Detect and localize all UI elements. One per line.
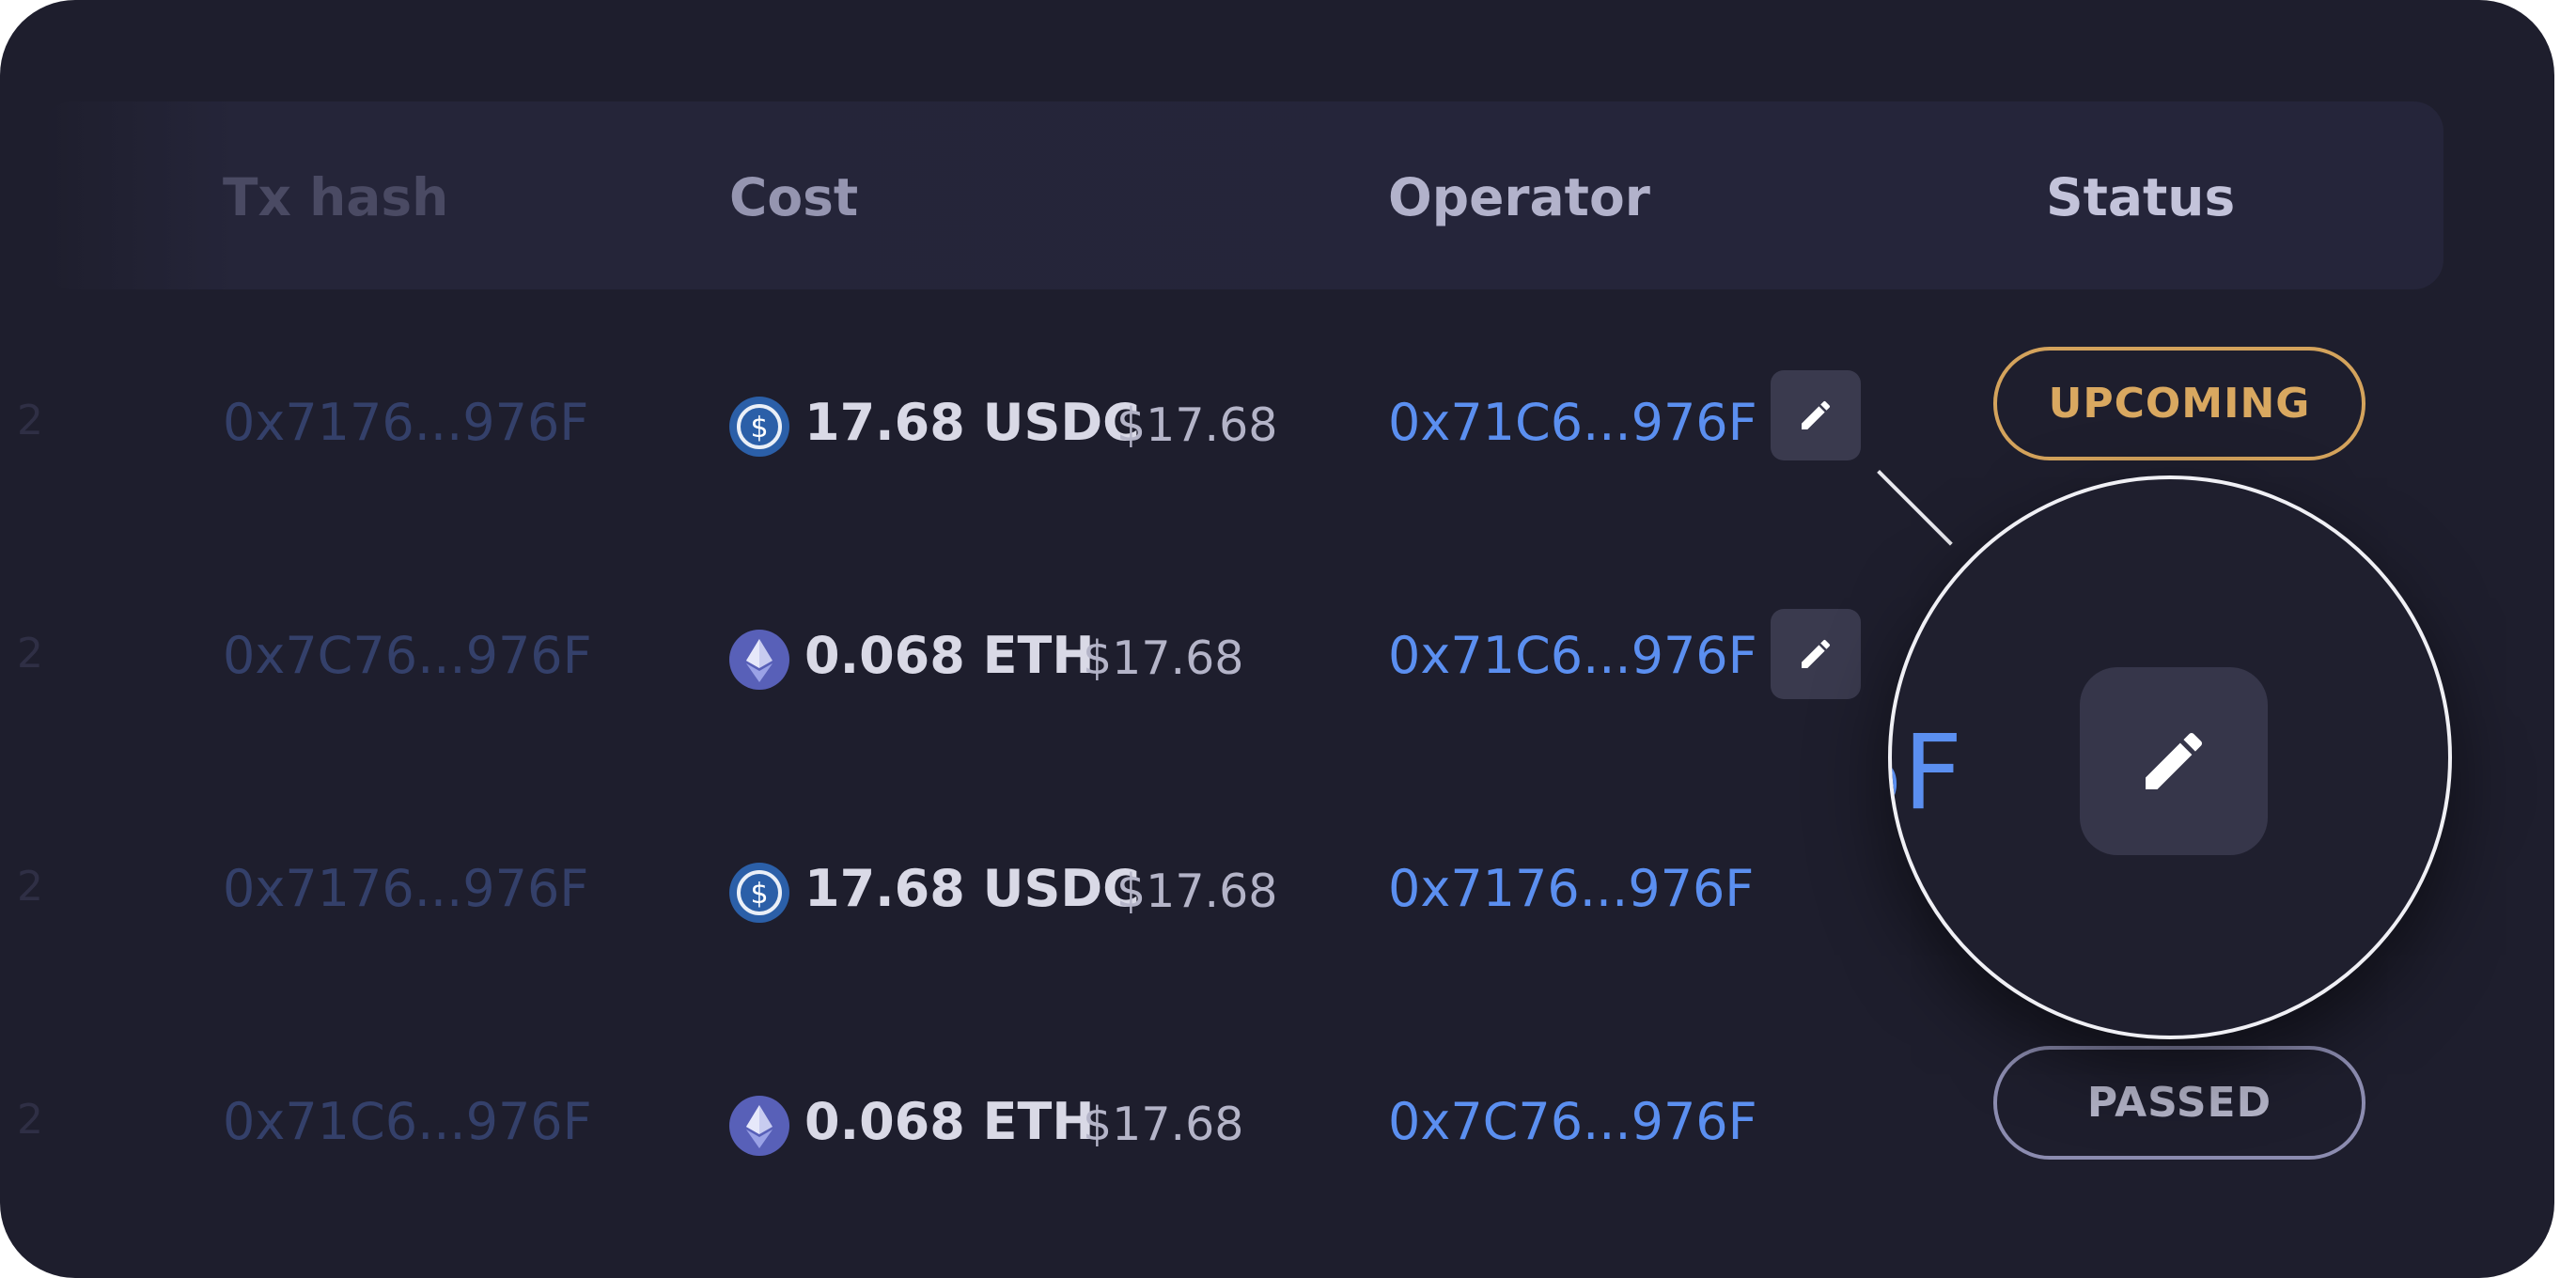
edit-operator-button[interactable]	[1771, 370, 1861, 460]
row-number: 2	[17, 397, 43, 444]
magnified-edit-button	[2080, 667, 2268, 855]
operator-link[interactable]: 0x71C6...976F	[1388, 626, 1757, 685]
usdc-coin-icon: $	[729, 863, 789, 923]
cost-usd: $17.68	[1083, 631, 1244, 685]
edit-operator-button[interactable]	[1771, 609, 1861, 699]
tx-hash-link[interactable]: 0x7C76...976F	[223, 626, 592, 685]
header-tx-hash: Tx hash	[223, 167, 449, 227]
status-badge-passed: PASSED	[1993, 1046, 2365, 1160]
row-number: 2	[17, 863, 43, 911]
magnified-address-fragment: 6F	[1892, 712, 1963, 833]
pencil-icon	[1802, 639, 1831, 668]
status-badge-upcoming: UPCOMING	[1993, 347, 2365, 460]
operator-link[interactable]: 0x7C76...976F	[1388, 1092, 1757, 1151]
cost-usd: $17.68	[1116, 865, 1278, 918]
header-operator: Operator	[1388, 167, 1650, 227]
cost-amount: 17.68 USDC	[804, 393, 1140, 452]
tx-hash-link[interactable]: 0x7176...976F	[223, 859, 588, 918]
magnifier-callout: 6F	[1888, 475, 2452, 1039]
header-status: Status	[2046, 167, 2236, 227]
transactions-panel: Tx hash Cost Operator Status 2 0x7176...…	[0, 0, 2554, 1278]
pencil-icon	[1802, 400, 1831, 429]
cost-usd: $17.68	[1116, 398, 1278, 452]
operator-link[interactable]: 0x7176...976F	[1388, 859, 1754, 918]
svg-text:$: $	[750, 412, 768, 444]
cost-amount: 0.068 ETH	[804, 626, 1095, 685]
tx-hash-link[interactable]: 0x7176...976F	[223, 393, 588, 452]
usdc-coin-icon: $	[729, 397, 789, 457]
row-number: 2	[17, 630, 43, 678]
cost-amount: 0.068 ETH	[804, 1092, 1095, 1151]
svg-text:$: $	[750, 878, 768, 911]
eth-coin-icon	[729, 1096, 789, 1156]
eth-coin-icon	[729, 630, 789, 690]
operator-link[interactable]: 0x71C6...976F	[1388, 393, 1757, 452]
cost-usd: $17.68	[1083, 1098, 1244, 1151]
pencil-icon	[2146, 732, 2203, 789]
cost-amount: 17.68 USDC	[804, 859, 1140, 918]
header-cost: Cost	[729, 167, 859, 227]
callout-connector-line	[1877, 470, 1953, 546]
row-number: 2	[17, 1096, 43, 1144]
tx-hash-link[interactable]: 0x71C6...976F	[223, 1092, 592, 1151]
